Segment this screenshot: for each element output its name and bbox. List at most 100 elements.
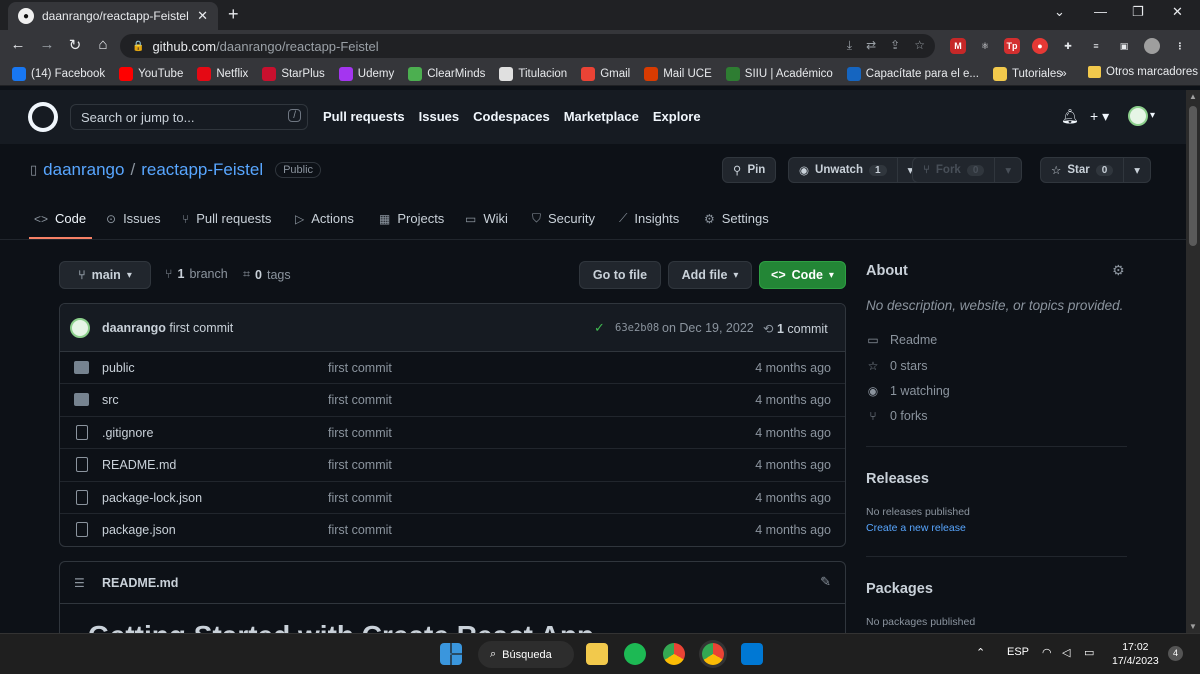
tab-code[interactable]: <> Code (34, 211, 86, 226)
commit-count-link[interactable]: ⟲ 1 commit (763, 321, 828, 336)
volume-icon[interactable]: ◁ (1062, 646, 1070, 659)
commit-author[interactable]: daanrango (102, 321, 166, 335)
tab-search-icon[interactable]: ⌄ (1054, 4, 1065, 20)
github-logo-icon[interactable] (28, 102, 58, 132)
system-clock[interactable]: 17:02 17/4/2023 (1112, 640, 1159, 668)
back-arrow-icon[interactable]: ← (8, 36, 28, 53)
gmail-extension-icon[interactable]: M (950, 38, 966, 54)
red-extension-icon[interactable]: ● (1032, 38, 1048, 54)
spotify-icon[interactable] (624, 643, 646, 665)
close-window-button[interactable]: ✕ (1172, 4, 1183, 20)
translate-icon[interactable]: ⇄ (866, 38, 876, 53)
star-dropdown-icon[interactable]: ▾ (1123, 158, 1150, 182)
tab-security[interactable]: ⛉ Security (532, 211, 595, 226)
nav-codespaces[interactable]: Codespaces (473, 109, 550, 124)
scroll-down-icon[interactable]: ▼ (1189, 622, 1197, 631)
close-tab-icon[interactable]: ✕ (197, 8, 208, 24)
page-scrollbar[interactable]: ▲ ▼ (1186, 90, 1200, 633)
stars-link[interactable]: ☆ 0 stars (866, 359, 928, 373)
browser-tab[interactable]: ● daanrango/reactapp-Feistel ✕ (8, 2, 218, 30)
file-commit-message[interactable]: first commit (328, 426, 392, 440)
new-tab-button[interactable]: + (228, 4, 239, 25)
file-name-link[interactable]: README.md (102, 458, 176, 472)
tray-chevron-icon[interactable]: ⌃ (976, 646, 985, 659)
browser-menu-icon[interactable]: ⋮ (1172, 38, 1188, 54)
scroll-up-icon[interactable]: ▲ (1189, 92, 1197, 101)
star-button[interactable]: ☆ Star 0 ▾ (1040, 157, 1152, 183)
file-name-link[interactable]: src (102, 393, 119, 407)
add-file-button[interactable]: Add file ▾ (668, 261, 752, 289)
pin-button[interactable]: ⚲ Pin (722, 157, 777, 183)
bookmark-item[interactable]: Gmail (581, 66, 630, 81)
repo-name-link[interactable]: reactapp-Feistel (141, 160, 263, 180)
file-commit-message[interactable]: first commit (328, 523, 392, 537)
file-name-link[interactable]: .gitignore (102, 426, 153, 440)
gear-icon[interactable]: ⚙ (1112, 262, 1125, 279)
edit-pencil-icon[interactable]: ✎ (820, 574, 831, 590)
share-icon[interactable]: ⇪ (890, 38, 900, 53)
file-commit-message[interactable]: first commit (328, 361, 392, 375)
notification-badge[interactable]: 4 (1168, 646, 1183, 661)
bookmark-item[interactable]: SIIU | Académico (725, 66, 833, 81)
user-menu-chevron-icon[interactable]: ▾ (1150, 110, 1155, 121)
file-name-link[interactable]: package-lock.json (102, 491, 202, 505)
file-name-link[interactable]: package.json (102, 523, 176, 537)
tp-extension-icon[interactable]: Tp (1004, 38, 1020, 54)
tab-insights[interactable]: ⟋ Insights (619, 211, 679, 226)
nav-pull-requests[interactable]: Pull requests (323, 109, 405, 124)
profile-avatar[interactable] (1144, 38, 1160, 54)
bookmark-item[interactable]: Netflix (197, 66, 248, 81)
readme-link[interactable]: ▭ Readme (866, 333, 937, 347)
tab-actions[interactable]: ▷ Actions (295, 211, 354, 226)
tags-link[interactable]: ⌗ 0 tags (243, 267, 291, 282)
bookmark-item[interactable]: (14) Facebook (12, 66, 105, 81)
scrollbar-thumb[interactable] (1189, 106, 1197, 246)
maximize-button[interactable]: ❐ (1132, 4, 1144, 20)
nav-issues[interactable]: Issues (419, 109, 459, 124)
create-release-link[interactable]: Create a new release (866, 522, 966, 534)
nav-marketplace[interactable]: Marketplace (564, 109, 639, 124)
bookmark-item[interactable]: YouTube (119, 66, 183, 81)
bookmark-item[interactable]: Tutoriales (992, 66, 1062, 81)
repo-owner-link[interactable]: daanrango (43, 160, 124, 180)
file-name-link[interactable]: public (102, 361, 135, 375)
bookmark-item[interactable]: StarPlus (262, 66, 325, 81)
taskbar-search[interactable]: ⌕ Búsqueda (478, 641, 574, 668)
tab-settings[interactable]: ⚙ Settings (704, 211, 769, 226)
mail-icon[interactable] (741, 643, 763, 665)
unwatch-button[interactable]: ◉ Unwatch 1 ▾ (788, 157, 925, 183)
wifi-icon[interactable]: ◠ (1042, 646, 1052, 659)
tab-wiki[interactable]: ▭ Wiki (465, 211, 508, 226)
branch-select[interactable]: ⑂ main ▾ (59, 261, 151, 289)
code-button[interactable]: <> Code ▾ (759, 261, 846, 289)
nav-explore[interactable]: Explore (653, 109, 701, 124)
notifications-bell-icon[interactable]: 🔔︎ (1061, 108, 1079, 125)
forks-link[interactable]: ⑂ 0 forks (866, 409, 927, 423)
bookmark-item[interactable]: Mail UCE (644, 66, 712, 81)
reload-icon[interactable]: ↻ (65, 36, 85, 54)
commit-sha[interactable]: 63e2b08 (615, 322, 659, 334)
url-field[interactable]: 🔒 github.com/daanrango/reactapp-Feistel … (120, 34, 935, 58)
file-explorer-icon[interactable] (586, 643, 608, 665)
watching-link[interactable]: ◉ 1 watching (866, 384, 950, 398)
reading-list-icon[interactable]: ≡ (1088, 38, 1104, 54)
more-bookmarks-icon[interactable]: » (1060, 66, 1067, 80)
bookmark-item[interactable]: Titulacion (499, 66, 567, 81)
go-to-file-button[interactable]: Go to file (579, 261, 661, 289)
releases-heading[interactable]: Releases (866, 471, 929, 487)
commit-message[interactable]: first commit (169, 321, 233, 335)
forward-arrow-icon[interactable]: → (37, 36, 57, 53)
chrome-icon[interactable] (663, 643, 685, 665)
bookmark-item[interactable]: Udemy (338, 66, 394, 81)
minimize-button[interactable]: — (1094, 4, 1107, 19)
search-input[interactable]: Search or jump to... / (70, 104, 308, 130)
chrome-active-icon[interactable] (702, 643, 724, 665)
bookmark-item[interactable]: ClearMinds (408, 66, 485, 81)
fork-dropdown-icon[interactable]: ▾ (994, 158, 1021, 182)
bookmark-star-icon[interactable]: ☆ (914, 38, 925, 53)
windows-start-icon[interactable] (440, 643, 462, 665)
language-indicator[interactable]: ESP (1007, 646, 1029, 658)
side-panel-icon[interactable]: ▣ (1116, 38, 1132, 54)
file-commit-message[interactable]: first commit (328, 458, 392, 472)
tab-pull-requests[interactable]: ⑂ Pull requests (182, 211, 271, 226)
